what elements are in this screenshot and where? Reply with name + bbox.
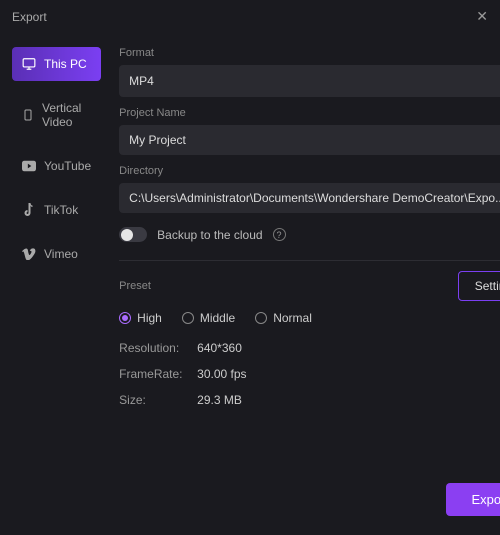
- sidebar-item-label: TikTok: [44, 203, 78, 217]
- project-name-label: Project Name: [119, 107, 500, 119]
- size-label: Size:: [119, 393, 197, 407]
- project-name-input[interactable]: My Project: [119, 125, 500, 155]
- divider: [119, 260, 500, 261]
- framerate-value: 30.00 fps: [197, 367, 500, 381]
- sidebar-item-youtube[interactable]: YouTube: [12, 149, 101, 183]
- window-title: Export: [12, 10, 47, 24]
- preset-radio-normal[interactable]: Normal: [255, 311, 312, 325]
- resolution-value: 640*360: [197, 341, 500, 355]
- sidebar-item-label: This PC: [44, 57, 87, 71]
- sidebar-item-tiktok[interactable]: TikTok: [12, 193, 101, 227]
- resolution-label: Resolution:: [119, 341, 197, 355]
- help-icon[interactable]: ?: [273, 228, 286, 241]
- phone-icon: [22, 108, 34, 122]
- preset-label: Preset: [119, 280, 151, 292]
- backup-toggle[interactable]: [119, 227, 147, 242]
- sidebar-item-label: Vertical Video: [42, 101, 91, 129]
- backup-label: Backup to the cloud: [157, 228, 262, 242]
- directory-value: C:\Users\Administrator\Documents\Wonders…: [129, 191, 500, 205]
- format-label: Format: [119, 47, 500, 59]
- framerate-label: FrameRate:: [119, 367, 197, 381]
- tiktok-icon: [22, 203, 36, 217]
- youtube-icon: [22, 159, 36, 173]
- preset-radio-label: Normal: [273, 311, 312, 325]
- sidebar-item-vimeo[interactable]: Vimeo: [12, 237, 101, 271]
- sidebar-item-label: YouTube: [44, 159, 91, 173]
- preset-radio-label: Middle: [200, 311, 235, 325]
- sidebar-item-vertical-video[interactable]: Vertical Video: [12, 91, 101, 139]
- size-value: 29.3 MB: [197, 393, 500, 407]
- preset-radio-label: High: [137, 311, 162, 325]
- sidebar-item-label: Vimeo: [44, 247, 78, 261]
- sidebar-item-this-pc[interactable]: This PC: [12, 47, 101, 81]
- monitor-icon: [22, 57, 36, 71]
- project-name-value: My Project: [129, 133, 186, 147]
- format-value: MP4: [129, 74, 154, 88]
- directory-label: Directory: [119, 165, 500, 177]
- close-icon[interactable]: ✕: [476, 8, 488, 25]
- export-sidebar: This PC Vertical Video YouTube TikTok Vi: [0, 33, 101, 534]
- vimeo-icon: [22, 247, 36, 261]
- directory-input[interactable]: C:\Users\Administrator\Documents\Wonders…: [119, 183, 500, 213]
- export-button[interactable]: Export: [446, 483, 500, 516]
- preset-radio-middle[interactable]: Middle: [182, 311, 235, 325]
- format-select[interactable]: MP4 ﹀: [119, 65, 500, 97]
- settings-button[interactable]: Settings: [458, 271, 500, 301]
- preset-radio-high[interactable]: High: [119, 311, 162, 325]
